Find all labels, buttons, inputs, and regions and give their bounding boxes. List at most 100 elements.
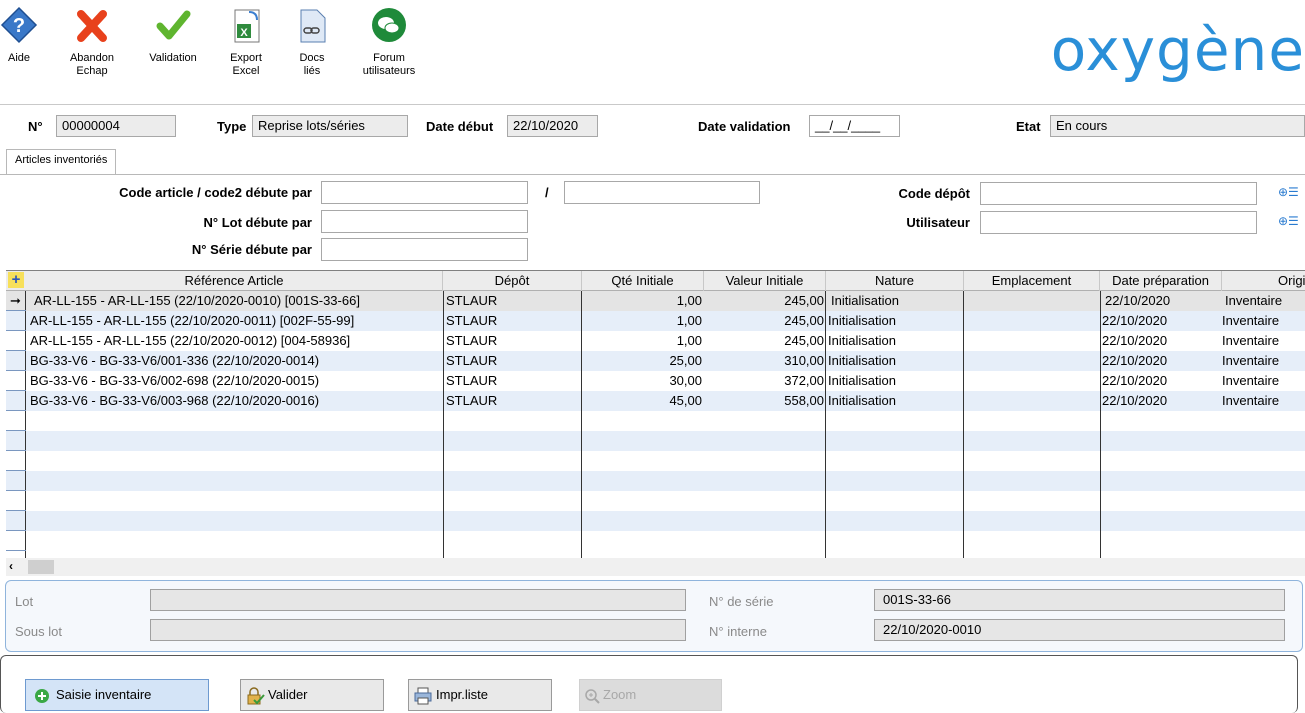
row-header-column: ➞ [6,291,26,558]
table-row[interactable]: BG-33-V6 - BG-33-V6/002-698 (22/10/2020-… [6,371,1305,391]
toolbar-divider [0,104,1305,105]
utilisateur-input[interactable] [980,211,1257,234]
col-divider [443,291,444,558]
zoom-button[interactable]: Zoom [579,679,722,711]
cell-date: 22/10/2020 [1105,293,1171,308]
row-selector[interactable]: ➞ [6,291,26,311]
help-icon: ? [0,6,38,44]
cell-origine: Inventaire [1222,373,1280,388]
table-row[interactable]: AR-LL-155 - AR-LL-155 (22/10/2020-0010) … [6,291,1305,311]
lot-detail-field[interactable] [150,589,686,611]
grid-header: + Référence Article Dépôt Qté Initiale V… [6,271,1305,291]
utilisateur-lookup-icon[interactable]: ⊕☰ [1278,214,1299,228]
impr-liste-button[interactable]: Impr.liste [408,679,552,711]
serie-input[interactable] [321,238,528,261]
col-divider [825,291,826,558]
row-selector[interactable] [6,351,26,371]
oxygene-logo: oxygène [1050,16,1305,84]
lot-input[interactable] [321,210,528,233]
col-valeur-initiale[interactable]: Valeur Initiale [704,271,826,291]
sous-lot-field[interactable] [150,619,686,641]
row-selector[interactable] [6,431,26,451]
row-selector[interactable] [6,511,26,531]
cell-qte: 45,00 [669,393,702,408]
scroll-left-icon[interactable]: ‹ [9,559,13,573]
row-selector[interactable] [6,531,26,551]
lot-label: N° Lot débute par [203,215,312,230]
tab-articles-inventories[interactable]: Articles inventoriés [6,149,117,175]
type-label: Type [217,119,247,134]
current-row-arrow-icon: ➞ [10,293,21,308]
zoom-icon [585,688,600,704]
cell-emplacement [966,371,1098,391]
row-selector[interactable] [6,391,26,411]
table-row[interactable]: AR-LL-155 - AR-LL-155 (22/10/2020-0011) … [6,311,1305,331]
table-row[interactable]: AR-LL-155 - AR-LL-155 (22/10/2020-0012) … [6,331,1305,351]
col-nature[interactable]: Nature [826,271,964,291]
col-qte-initiale[interactable]: Qté Initiale [582,271,704,291]
interne-field[interactable]: 22/10/2020-0010 [874,619,1285,641]
serie-detail-field[interactable]: 001S-33-66 [874,589,1285,611]
cell-depot: STLAUR [446,293,498,308]
table-row[interactable] [6,531,1305,551]
row-selector[interactable] [6,331,26,351]
aide-label: Aide [7,52,31,64]
scrollbar-thumb[interactable] [28,560,54,574]
row-selector[interactable] [6,471,26,491]
articles-grid: + Référence Article Dépôt Qté Initiale V… [6,270,1305,558]
etat-field[interactable]: En cours [1050,115,1305,137]
code2-input[interactable] [564,181,760,204]
cell-date: 22/10/2020 [1102,353,1168,368]
code-article-input[interactable] [321,181,528,204]
cell-nature: Initialisation [828,313,896,328]
action-bar: Saisie inventaire Valider Impr.liste Zoo… [0,655,1298,713]
aide-button[interactable]: ? Aide [0,6,38,65]
cell-valeur: 372,00 [784,373,824,388]
detail-panel: Lot Sous lot N° de série 001S-33-66 N° i… [5,580,1303,652]
col-date-preparation[interactable]: Date préparation [1100,271,1222,291]
cell-valeur: 558,00 [784,393,824,408]
table-row[interactable] [6,411,1305,431]
row-selector[interactable] [6,411,26,431]
row-selector[interactable] [6,491,26,511]
export-label-2: Excel [232,65,260,77]
table-row[interactable]: BG-33-V6 - BG-33-V6/003-968 (22/10/2020-… [6,391,1305,411]
svg-text:?: ? [13,15,25,37]
valider-button[interactable]: Valider [240,679,384,711]
col-depot[interactable]: Dépôt [443,271,582,291]
date-validation-field[interactable]: __/__/____ [809,115,900,137]
date-debut-field[interactable]: 22/10/2020 [507,115,598,137]
saisie-inventaire-button[interactable]: Saisie inventaire [25,679,209,711]
horizontal-scrollbar[interactable]: ‹ [6,558,1305,576]
docs-lies-button[interactable]: Docs liés [290,6,334,78]
table-row[interactable] [6,491,1305,511]
col-emplacement[interactable]: Emplacement [964,271,1100,291]
cell-origine: Inventaire [1222,313,1280,328]
type-field[interactable]: Reprise lots/séries [252,115,408,137]
cell-origine: Inventaire [1225,293,1283,308]
code-article-label: Code article / code2 débute par [119,185,312,200]
code-depot-input[interactable] [980,182,1257,205]
row-selector[interactable] [6,371,26,391]
col-reference-article[interactable]: Référence Article [26,271,443,291]
depot-lookup-icon[interactable]: ⊕☰ [1278,185,1299,199]
cell-emplacement [966,311,1098,331]
row-selector[interactable] [6,311,26,331]
cell-date: 22/10/2020 [1102,333,1168,348]
num-field[interactable]: 00000004 [56,115,176,137]
cell-emplacement [966,391,1098,411]
col-origine[interactable]: Origine [1222,271,1305,291]
row-selector[interactable] [6,451,26,471]
forum-button[interactable]: Forum utilisateurs [356,6,422,78]
cell-origine: Inventaire [1222,393,1280,408]
abandon-button[interactable]: Abandon Echap [60,6,124,78]
table-row[interactable] [6,451,1305,471]
table-row[interactable] [6,431,1305,451]
table-row[interactable]: BG-33-V6 - BG-33-V6/001-336 (22/10/2020-… [6,351,1305,371]
add-row-icon[interactable]: + [8,272,24,288]
table-row[interactable] [6,471,1305,491]
table-row[interactable] [6,511,1305,531]
printer-icon [414,687,432,705]
validation-button[interactable]: Validation [140,6,206,65]
export-excel-button[interactable]: X Export Excel [222,6,270,78]
